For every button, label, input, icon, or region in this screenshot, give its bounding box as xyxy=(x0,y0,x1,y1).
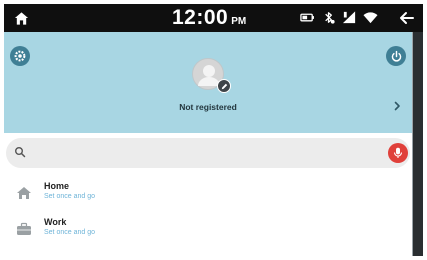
work-icon xyxy=(16,222,32,236)
place-title: Home xyxy=(44,181,70,191)
battery-icon xyxy=(300,13,314,22)
chevron-right-icon xyxy=(394,101,400,111)
map-edge[interactable] xyxy=(412,32,423,256)
back-button[interactable] xyxy=(389,4,423,32)
registration-status: Not registered xyxy=(179,102,237,112)
voice-search-button[interactable] xyxy=(388,143,408,163)
wifi-icon xyxy=(363,12,378,24)
place-title: Work xyxy=(44,217,67,227)
profile-header[interactable]: Not registered xyxy=(4,32,412,133)
search-icon xyxy=(14,146,26,158)
back-arrow-icon xyxy=(400,12,414,24)
pencil-icon xyxy=(221,83,227,89)
list-item-work[interactable]: Work Set once and go xyxy=(4,213,412,249)
list-item-home[interactable]: Home Set once and go xyxy=(4,177,412,213)
clock-ampm: PM xyxy=(231,16,247,27)
home-button[interactable] xyxy=(4,4,38,32)
power-button[interactable] xyxy=(386,46,406,66)
power-icon xyxy=(391,50,401,62)
navigation-drawer: Not registered Home Set once and go Work… xyxy=(4,32,412,256)
clock-time: 12:00 xyxy=(172,6,229,29)
search-bar[interactable] xyxy=(6,138,410,168)
place-subtitle[interactable]: Set once and go xyxy=(44,193,95,200)
settings-icon xyxy=(14,50,26,62)
home-icon xyxy=(16,186,32,200)
profile-chevron[interactable] xyxy=(392,99,402,113)
microphone-icon xyxy=(393,147,403,158)
signal-icon xyxy=(342,11,356,24)
avatar-edit-badge[interactable] xyxy=(217,79,231,93)
bluetooth-icon xyxy=(325,12,335,24)
status-icons xyxy=(300,10,378,25)
place-subtitle[interactable]: Set once and go xyxy=(44,229,95,236)
screen: 12:00 PM Not registered Home Set once an… xyxy=(4,4,423,256)
home-icon xyxy=(14,11,28,25)
status-bar: 12:00 PM xyxy=(4,4,423,32)
clock: 12:00 PM xyxy=(172,6,246,30)
settings-button[interactable] xyxy=(10,46,30,66)
search-input[interactable] xyxy=(32,143,372,163)
avatar[interactable] xyxy=(192,58,231,93)
